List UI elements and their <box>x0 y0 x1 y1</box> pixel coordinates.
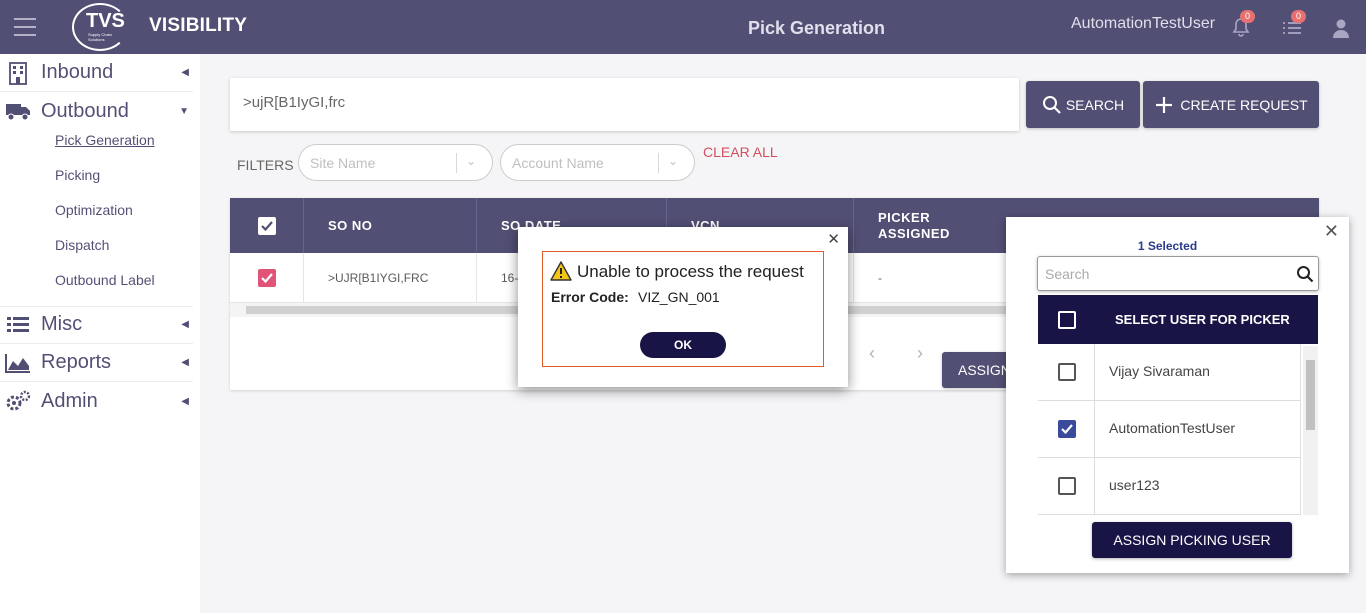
user-name: AutomationTestUser <box>1109 420 1236 436</box>
error-dialog: ✕ Unable to process the request Error Co… <box>518 227 848 387</box>
picker-search-input[interactable]: Search <box>1037 256 1319 291</box>
vertical-scrollbar[interactable] <box>1303 346 1318 515</box>
select-all-users-checkbox[interactable] <box>1058 311 1076 329</box>
error-code-label: Error Code: <box>551 289 629 305</box>
ok-button[interactable]: OK <box>640 332 726 358</box>
list-item[interactable]: user123 <box>1038 458 1301 515</box>
assign-picking-user-button[interactable]: ASSIGN PICKING USER <box>1092 522 1292 558</box>
picker-user-table: SELECT USER FOR PICKER Vijay Sivaraman A… <box>1038 295 1318 515</box>
user-checkbox[interactable] <box>1058 477 1076 495</box>
error-message: Unable to process the request <box>577 262 804 281</box>
selected-count: 1 Selected <box>1137 239 1198 253</box>
user-checkbox[interactable] <box>1058 420 1076 438</box>
list-item[interactable]: Vijay Sivaraman <box>1038 344 1301 401</box>
error-code-value: VIZ_GN_001 <box>638 289 720 305</box>
user-checkbox[interactable] <box>1058 363 1076 381</box>
close-icon[interactable]: ✕ <box>827 230 840 248</box>
picker-header-label: SELECT USER FOR PICKER <box>1115 312 1290 327</box>
user-name: user123 <box>1109 477 1160 493</box>
list-item[interactable]: AutomationTestUser <box>1038 401 1301 458</box>
picker-panel: ✕ 1 Selected Search SELECT USER FOR PICK… <box>1006 217 1349 573</box>
search-icon <box>1296 265 1314 288</box>
warning-icon <box>550 261 572 286</box>
error-box: Unable to process the request Error Code… <box>542 251 824 367</box>
user-name: Vijay Sivaraman <box>1109 363 1210 379</box>
assign-picking-user-label: ASSIGN PICKING USER <box>1113 532 1271 548</box>
scrollbar-thumb[interactable] <box>1306 360 1315 430</box>
picker-table-header: SELECT USER FOR PICKER <box>1038 295 1318 344</box>
picker-search-placeholder: Search <box>1045 266 1090 282</box>
